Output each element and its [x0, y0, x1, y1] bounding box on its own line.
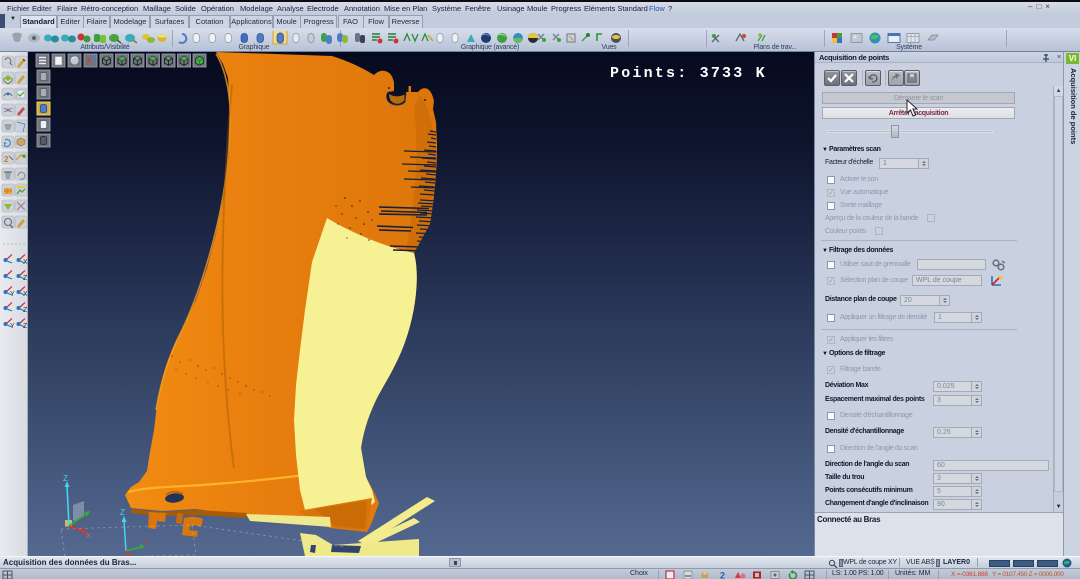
svg-text:2: 2	[720, 570, 725, 579]
svg-text:Y: Y	[10, 323, 15, 330]
svg-text:X: X	[86, 533, 91, 540]
svg-text:Z: Z	[120, 508, 125, 517]
svg-text:Y: Y	[10, 291, 15, 298]
svg-text:Z: Z	[63, 474, 68, 483]
svg-text:2: 2	[4, 155, 9, 164]
svg-text:X: X	[144, 539, 148, 545]
